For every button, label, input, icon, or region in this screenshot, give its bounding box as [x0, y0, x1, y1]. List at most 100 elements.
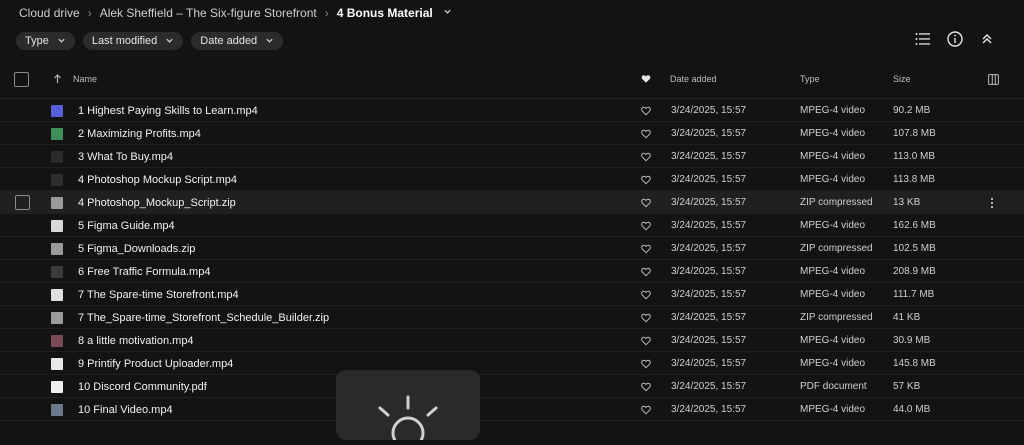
table-row[interactable]: 9 Printify Product Uploader.mp4 3/24/2025… [0, 352, 1024, 375]
file-type: MPEG-4 video [800, 335, 866, 346]
loading-overlay [336, 370, 480, 445]
file-type: MPEG-4 video [800, 105, 866, 116]
file-date-added: 3/24/2025, 15:57 [671, 358, 747, 369]
file-size: 30.9 MB [893, 335, 931, 346]
heart-outline-icon[interactable] [641, 329, 651, 352]
file-thumbnail-icon [51, 122, 63, 145]
file-name[interactable]: 10 Final Video.mp4 [78, 398, 173, 421]
chevron-down-icon [165, 36, 174, 47]
file-type: MPEG-4 video [800, 404, 866, 415]
file-name[interactable]: 9 Printify Product Uploader.mp4 [78, 352, 233, 375]
heart-outline-icon[interactable] [641, 99, 651, 122]
file-thumbnail-icon [51, 237, 63, 260]
file-type: ZIP compressed [800, 197, 873, 208]
table-row[interactable]: 7 The_Spare-time_Storefront_Schedule_Bui… [0, 306, 1024, 329]
file-name[interactable]: 3 What To Buy.mp4 [78, 145, 173, 168]
file-date-added: 3/24/2025, 15:57 [671, 404, 747, 415]
table-row[interactable]: 10 Final Video.mp4 3/24/2025, 15:57 MPEG-4… [0, 398, 1024, 421]
heart-outline-icon[interactable] [641, 352, 651, 375]
column-name-header[interactable]: Name [73, 68, 97, 90]
filter-type-button[interactable]: Type [16, 32, 75, 50]
list-view-icon[interactable] [914, 30, 932, 48]
file-size: 162.6 MB [893, 220, 936, 231]
filter-bar: Type Last modified Date added [16, 32, 284, 50]
breadcrumb-current[interactable]: 4 Bonus Material [337, 6, 433, 20]
heart-outline-icon[interactable] [641, 375, 651, 398]
heart-outline-icon[interactable] [641, 122, 651, 145]
table-row[interactable]: 8 a little motivation.mp4 3/24/2025, 15:5… [0, 329, 1024, 352]
row-checkbox[interactable] [15, 194, 30, 210]
sun-icon [378, 395, 438, 445]
info-icon[interactable] [946, 30, 964, 48]
file-size: 113.8 MB [893, 174, 936, 185]
breadcrumb-root[interactable]: Cloud drive [19, 6, 80, 20]
column-type-header[interactable]: Type [800, 68, 820, 90]
heart-outline-icon[interactable] [641, 237, 651, 260]
heart-outline-icon[interactable] [641, 168, 651, 191]
breadcrumb-parent[interactable]: Alek Sheffield – The Six-figure Storefro… [100, 6, 317, 20]
filter-last-modified-label: Last modified [91, 35, 158, 47]
file-name[interactable]: 10 Discord Community.pdf [78, 375, 207, 398]
file-name[interactable]: 2 Maximizing Profits.mp4 [78, 122, 201, 145]
file-date-added: 3/24/2025, 15:57 [671, 335, 747, 346]
favourite-heart-icon[interactable] [641, 68, 651, 90]
table-row[interactable]: 4 Photoshop Mockup Script.mp4 3/24/2025, … [0, 168, 1024, 191]
table-row[interactable]: 4 Photoshop_Mockup_Script.zip 3/24/2025, … [0, 191, 1024, 214]
heart-outline-icon[interactable] [641, 191, 651, 214]
heart-outline-icon[interactable] [641, 145, 651, 168]
table-row[interactable]: 5 Figma Guide.mp4 3/24/2025, 15:57 MPEG-4 … [0, 214, 1024, 237]
view-toolbar [914, 30, 996, 48]
file-name[interactable]: 5 Figma_Downloads.zip [78, 237, 195, 260]
file-size: 57 KB [893, 381, 921, 392]
file-type: MPEG-4 video [800, 289, 866, 300]
file-name[interactable]: 4 Photoshop Mockup Script.mp4 [78, 168, 237, 191]
filter-last-modified-button[interactable]: Last modified [82, 32, 184, 50]
file-size: 113.0 MB [893, 151, 936, 162]
file-name[interactable]: 7 The Spare-time Storefront.mp4 [78, 283, 239, 306]
heart-outline-icon[interactable] [641, 260, 651, 283]
file-size: 44.0 MB [893, 404, 931, 415]
sort-arrow-up-icon[interactable] [53, 68, 62, 90]
column-size-header[interactable]: Size [893, 68, 911, 90]
file-type: MPEG-4 video [800, 128, 866, 139]
heart-outline-icon[interactable] [641, 214, 651, 237]
file-name[interactable]: 8 a little motivation.mp4 [78, 329, 194, 352]
file-type: MPEG-4 video [800, 266, 866, 277]
select-all-checkbox[interactable] [14, 71, 29, 87]
file-name[interactable]: 6 Free Traffic Formula.mp4 [78, 260, 210, 283]
file-list: 1 Highest Paying Skills to Learn.mp4 3/24… [0, 99, 1024, 421]
file-thumbnail-icon [51, 329, 63, 352]
chevron-down-icon [265, 36, 274, 47]
chevron-right-icon: › [87, 6, 92, 20]
filter-date-added-button[interactable]: Date added [191, 32, 284, 50]
table-row[interactable]: 5 Figma_Downloads.zip 3/24/2025, 15:57 ZIP… [0, 237, 1024, 260]
file-thumbnail-icon [51, 168, 63, 191]
file-thumbnail-icon [51, 99, 63, 122]
table-row[interactable]: 6 Free Traffic Formula.mp4 3/24/2025, 15:… [0, 260, 1024, 283]
more-options-icon[interactable] [984, 191, 1000, 214]
table-row[interactable]: 1 Highest Paying Skills to Learn.mp4 3/24… [0, 99, 1024, 122]
table-row[interactable]: 3 What To Buy.mp4 3/24/2025, 15:57 MPEG-4 … [0, 145, 1024, 168]
collapse-icon[interactable] [978, 30, 996, 48]
file-thumbnail-icon [51, 214, 63, 237]
chevron-down-icon[interactable] [443, 7, 452, 19]
file-name[interactable]: 5 Figma Guide.mp4 [78, 214, 175, 237]
table-header: Name Date added Type Size [0, 68, 1024, 90]
file-name[interactable]: 1 Highest Paying Skills to Learn.mp4 [78, 99, 258, 122]
heart-outline-icon[interactable] [641, 306, 651, 329]
column-settings-icon[interactable] [988, 68, 999, 90]
file-name[interactable]: 4 Photoshop_Mockup_Script.zip [78, 191, 236, 214]
table-row[interactable]: 2 Maximizing Profits.mp4 3/24/2025, 15:57… [0, 122, 1024, 145]
table-row[interactable]: 7 The Spare-time Storefront.mp4 3/24/2025… [0, 283, 1024, 306]
table-row[interactable]: 10 Discord Community.pdf 3/24/2025, 15:57… [0, 375, 1024, 398]
heart-outline-icon[interactable] [641, 398, 651, 421]
file-type: MPEG-4 video [800, 174, 866, 185]
filter-date-added-label: Date added [200, 35, 258, 47]
file-type: MPEG-4 video [800, 220, 866, 231]
heart-outline-icon[interactable] [641, 283, 651, 306]
file-type: MPEG-4 video [800, 358, 866, 369]
file-name[interactable]: 7 The_Spare-time_Storefront_Schedule_Bui… [78, 306, 329, 329]
column-date-added-header[interactable]: Date added [670, 68, 717, 90]
file-size: 90.2 MB [893, 105, 931, 116]
file-size: 208.9 MB [893, 266, 936, 277]
